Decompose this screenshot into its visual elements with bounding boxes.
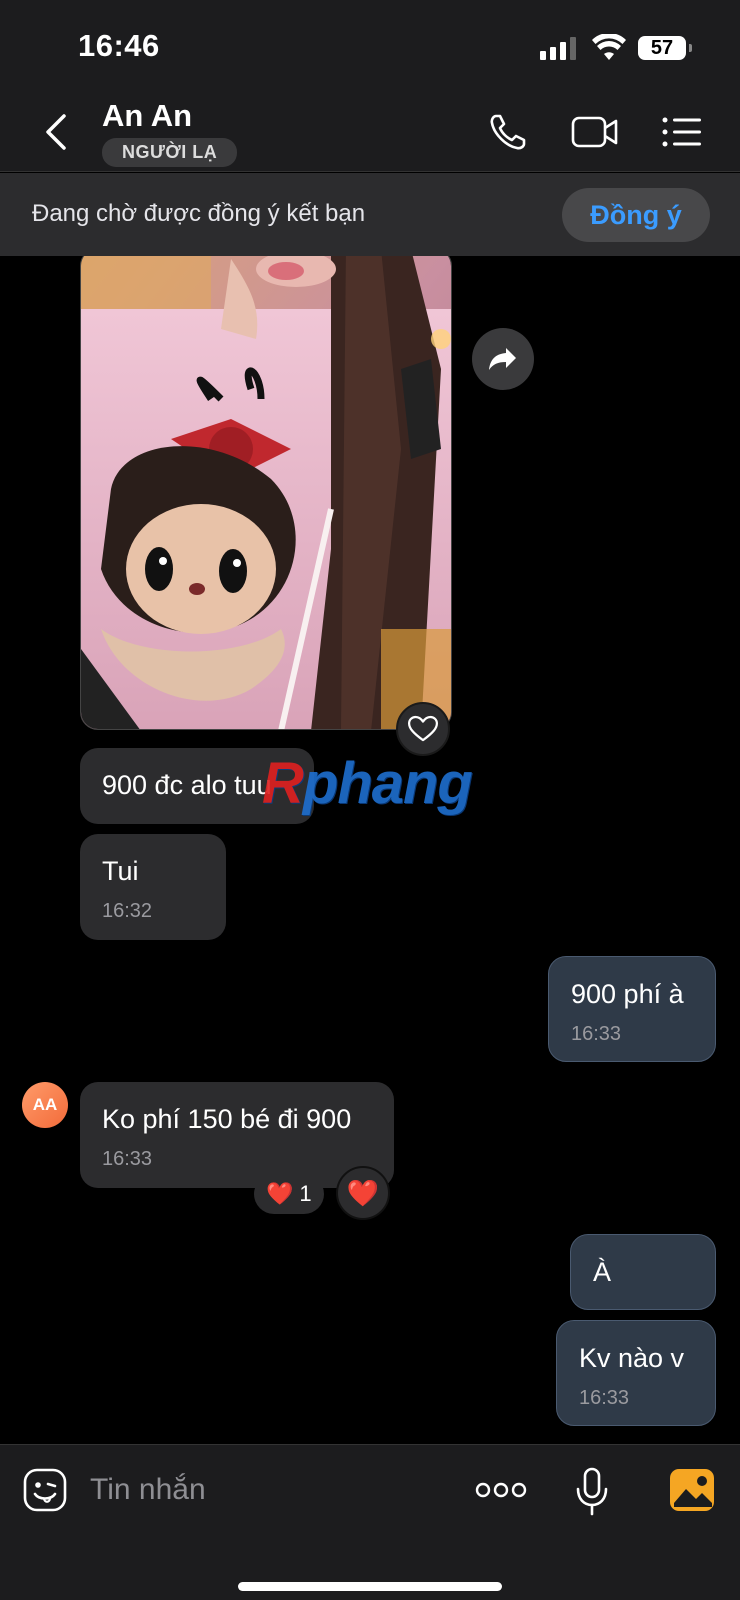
outgoing-message[interactable]: 900 phí à 16:33 — [548, 956, 716, 1062]
home-indicator — [238, 1582, 502, 1591]
watermark-logo: Rphang — [262, 750, 473, 817]
message-time: 16:33 — [102, 1148, 153, 1170]
message-time: 16:33 — [571, 1023, 622, 1045]
chat-messages[interactable]: 900 đc alo tuu Tui 16:32 Rphang 900 phí … — [0, 256, 740, 1444]
friend-request-bar: Đang chờ được đồng ý kết bạn Đồng ý — [0, 173, 740, 256]
avatar[interactable]: AA — [22, 1082, 68, 1128]
watermark-rest: phang — [302, 751, 473, 816]
heart-emoji: ❤️ — [346, 1177, 380, 1208]
heart-outline-icon[interactable] — [396, 702, 450, 756]
incoming-message[interactable]: Tui 16:32 — [80, 834, 226, 940]
photo-image — [81, 256, 451, 729]
back-chevron-icon[interactable] — [40, 110, 74, 154]
message-text: Ko phí 150 bé đi 900 — [102, 1104, 352, 1134]
message-text: Tui — [102, 856, 139, 886]
video-camera-icon[interactable] — [570, 110, 620, 154]
cellular-signal-icon — [540, 36, 576, 60]
message-time: 16:32 — [102, 900, 153, 922]
message-input[interactable]: Tin nhắn — [90, 1473, 206, 1507]
more-dots-icon[interactable] — [474, 1467, 528, 1513]
friend-request-status: Đang chờ được đồng ý kết bạn — [32, 200, 366, 227]
stranger-badge: NGƯỜI LẠ — [102, 138, 238, 167]
watermark-first-letter: R — [262, 751, 304, 816]
gallery-image-icon[interactable] — [668, 1467, 716, 1513]
reaction-summary[interactable]: ❤️ 1 — [254, 1174, 324, 1214]
message-text: À — [593, 1257, 612, 1287]
share-icon[interactable] — [472, 328, 534, 390]
message-input-bar: Tin nhắn — [0, 1444, 740, 1600]
menu-list-icon[interactable] — [660, 110, 704, 154]
photo-message[interactable] — [80, 256, 452, 730]
microphone-icon[interactable] — [574, 1467, 610, 1517]
outgoing-message[interactable]: À — [570, 1234, 716, 1310]
outgoing-message[interactable]: Kv nào v 16:33 — [556, 1320, 716, 1426]
message-text: 900 phí à — [571, 979, 684, 1009]
chat-header: An An NGƯỜI LẠ — [0, 96, 740, 172]
reaction-count: 1 — [299, 1181, 312, 1206]
sticker-icon[interactable] — [22, 1467, 68, 1513]
battery-indicator: 57 — [638, 36, 692, 60]
heart-emoji: ❤️ — [266, 1181, 294, 1206]
phone-icon[interactable] — [486, 110, 530, 154]
wifi-icon — [592, 34, 626, 60]
message-time: 16:33 — [579, 1387, 630, 1409]
status-bar: 16:46 57 — [0, 0, 740, 96]
accept-friend-button[interactable]: Đồng ý — [562, 188, 710, 242]
contact-name[interactable]: An An — [102, 98, 192, 134]
message-text: Kv nào v — [579, 1343, 685, 1373]
status-time: 16:46 — [78, 28, 160, 63]
heart-reaction-button[interactable]: ❤️ — [336, 1166, 390, 1220]
